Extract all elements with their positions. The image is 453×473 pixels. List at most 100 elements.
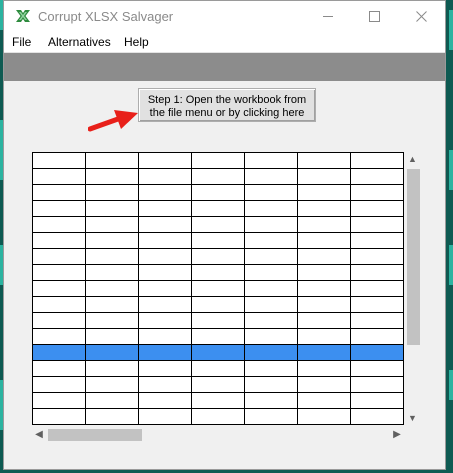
grid-cell[interactable] — [350, 168, 404, 185]
grid-cell[interactable] — [191, 312, 245, 329]
grid-cell[interactable] — [244, 280, 298, 297]
grid-cell[interactable] — [32, 248, 86, 265]
grid-cell[interactable] — [85, 200, 139, 217]
grid-cell[interactable] — [350, 328, 404, 345]
grid-cell[interactable] — [138, 184, 192, 201]
grid-cell[interactable] — [191, 232, 245, 249]
grid-cell[interactable] — [350, 296, 404, 313]
grid-cell[interactable] — [244, 360, 298, 377]
table-row[interactable] — [32, 184, 404, 201]
grid-cell[interactable] — [244, 344, 298, 361]
grid-cell[interactable] — [350, 376, 404, 393]
grid-cell[interactable] — [138, 264, 192, 281]
grid-cell[interactable] — [85, 408, 139, 425]
grid-cell[interactable] — [244, 232, 298, 249]
grid-cell[interactable] — [138, 200, 192, 217]
grid-cell[interactable] — [191, 360, 245, 377]
grid-cell[interactable] — [32, 296, 86, 313]
grid-cell[interactable] — [138, 360, 192, 377]
grid-cell[interactable] — [138, 312, 192, 329]
grid-cell[interactable] — [138, 280, 192, 297]
grid-cell[interactable] — [138, 408, 192, 425]
grid-cell[interactable] — [191, 280, 245, 297]
grid-cell[interactable] — [138, 248, 192, 265]
grid-cell[interactable] — [297, 376, 351, 393]
grid-cell[interactable] — [85, 232, 139, 249]
grid-cell[interactable] — [350, 360, 404, 377]
grid-cell[interactable] — [297, 216, 351, 233]
grid-cell[interactable] — [297, 232, 351, 249]
scroll-right-icon[interactable]: ▶ — [390, 426, 404, 443]
data-grid[interactable] — [32, 152, 404, 426]
grid-cell[interactable] — [297, 152, 351, 169]
horizontal-scroll-thumb[interactable] — [48, 429, 142, 441]
table-row[interactable] — [32, 408, 404, 425]
grid-cell[interactable] — [191, 376, 245, 393]
grid-cell[interactable] — [191, 344, 245, 361]
table-row[interactable] — [32, 232, 404, 249]
grid-cell[interactable] — [297, 200, 351, 217]
grid-cell[interactable] — [85, 184, 139, 201]
grid-cell[interactable] — [85, 216, 139, 233]
grid-cell[interactable] — [244, 296, 298, 313]
grid-cell[interactable] — [191, 200, 245, 217]
grid-cell[interactable] — [244, 376, 298, 393]
table-row[interactable] — [32, 216, 404, 233]
title-bar[interactable]: Corrupt XLSX Salvager — [4, 1, 445, 32]
grid-cell[interactable] — [138, 232, 192, 249]
grid-cell[interactable] — [32, 232, 86, 249]
grid-cell[interactable] — [297, 248, 351, 265]
grid-cell[interactable] — [85, 168, 139, 185]
grid-cell[interactable] — [350, 264, 404, 281]
grid-cell[interactable] — [138, 376, 192, 393]
grid-cell[interactable] — [191, 184, 245, 201]
table-row[interactable] — [32, 168, 404, 185]
grid-cell[interactable] — [32, 264, 86, 281]
maximize-button[interactable] — [351, 1, 397, 32]
grid-cell[interactable] — [85, 264, 139, 281]
table-row[interactable] — [32, 296, 404, 313]
table-row[interactable] — [32, 152, 404, 169]
vertical-scroll-thumb[interactable] — [407, 169, 420, 345]
grid-cell[interactable] — [138, 152, 192, 169]
grid-cell[interactable] — [244, 216, 298, 233]
table-row[interactable] — [32, 264, 404, 281]
table-row[interactable] — [32, 392, 404, 409]
grid-cell[interactable] — [244, 328, 298, 345]
grid-cell[interactable] — [350, 280, 404, 297]
grid-cell[interactable] — [32, 184, 86, 201]
table-row[interactable] — [32, 200, 404, 217]
horizontal-scrollbar[interactable]: ◀ ▶ — [32, 426, 404, 443]
grid-cell[interactable] — [297, 312, 351, 329]
grid-cell[interactable] — [297, 168, 351, 185]
grid-cell[interactable] — [244, 168, 298, 185]
grid-cell[interactable] — [191, 168, 245, 185]
grid-cell[interactable] — [350, 392, 404, 409]
grid-cell[interactable] — [350, 152, 404, 169]
menu-file[interactable]: File — [12, 35, 31, 49]
scroll-left-icon[interactable]: ◀ — [32, 426, 46, 443]
table-row[interactable] — [32, 248, 404, 265]
grid-cell[interactable] — [191, 392, 245, 409]
grid-cell[interactable] — [297, 296, 351, 313]
grid-cell[interactable] — [32, 168, 86, 185]
grid-cell[interactable] — [244, 152, 298, 169]
grid-cell[interactable] — [138, 216, 192, 233]
grid-cell[interactable] — [350, 232, 404, 249]
grid-cell[interactable] — [244, 200, 298, 217]
grid-cell[interactable] — [85, 152, 139, 169]
close-button[interactable] — [398, 1, 444, 32]
grid-cell[interactable] — [138, 344, 192, 361]
menu-alternatives[interactable]: Alternatives — [48, 35, 111, 49]
grid-cell[interactable] — [138, 168, 192, 185]
grid-cell[interactable] — [297, 344, 351, 361]
grid-cell[interactable] — [191, 296, 245, 313]
scroll-down-icon[interactable]: ▼ — [404, 411, 421, 425]
scroll-up-icon[interactable]: ▲ — [404, 152, 421, 166]
grid-cell[interactable] — [85, 344, 139, 361]
grid-cell[interactable] — [244, 312, 298, 329]
grid-cell[interactable] — [191, 264, 245, 281]
grid-cell[interactable] — [350, 344, 404, 361]
table-row[interactable] — [32, 344, 404, 361]
table-row[interactable] — [32, 328, 404, 345]
